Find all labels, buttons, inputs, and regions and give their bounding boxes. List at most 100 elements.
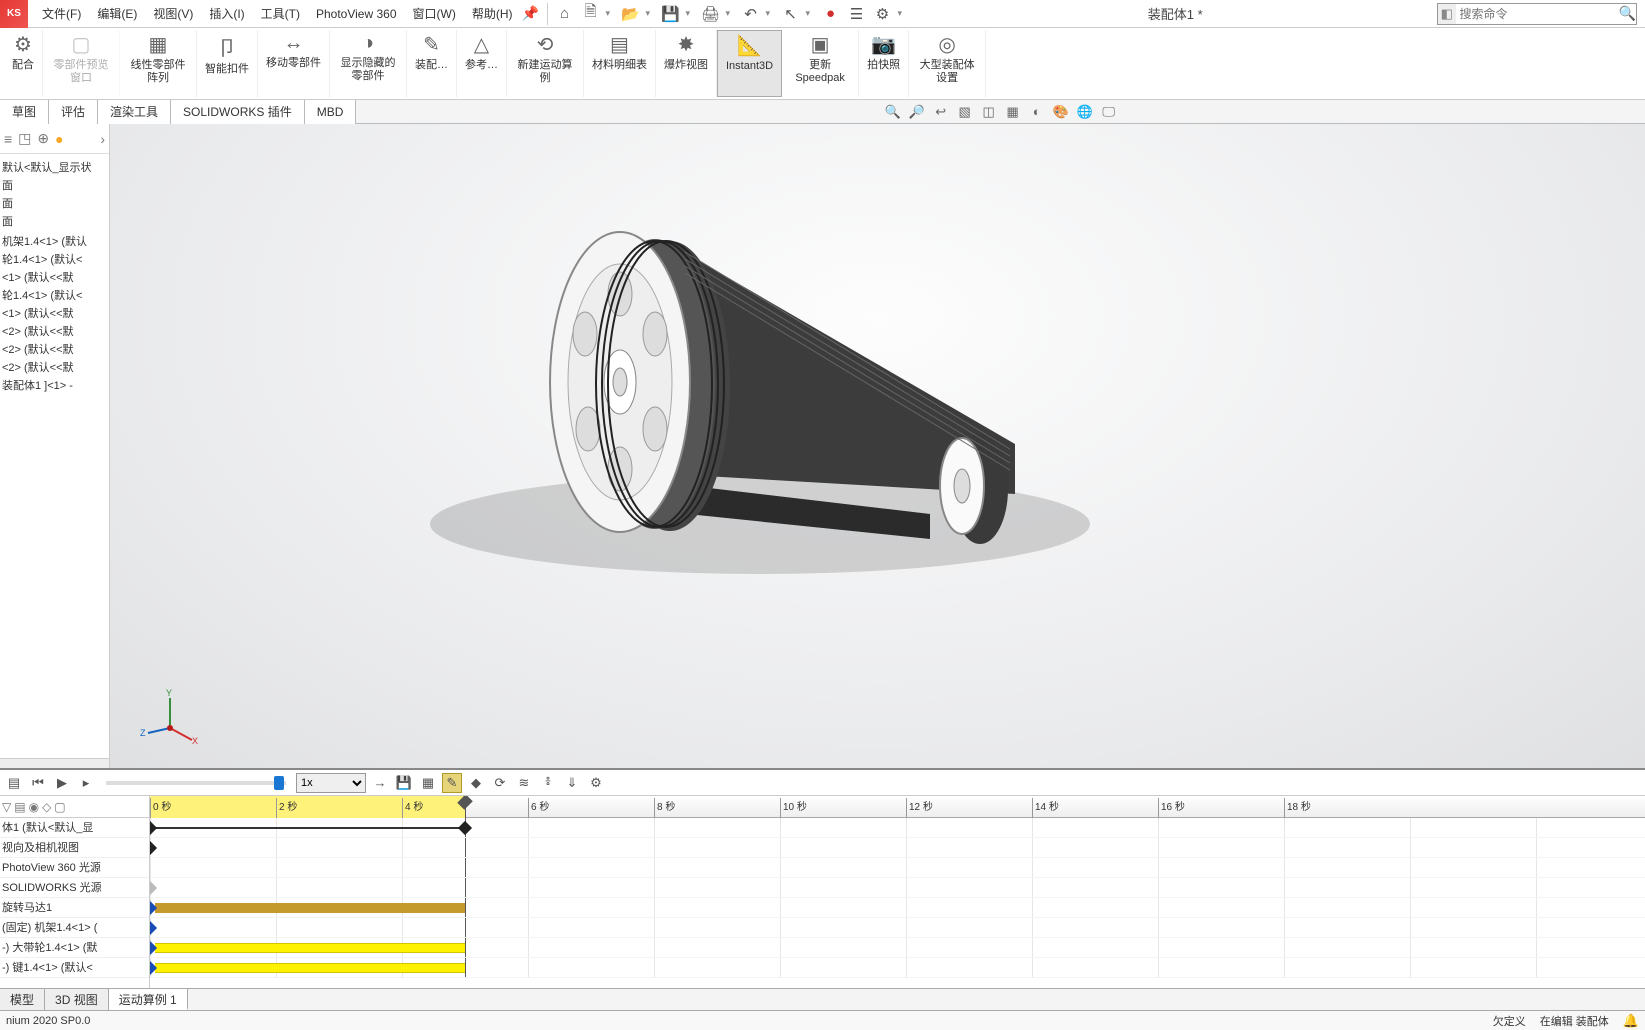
timeline-track-name[interactable]: 体1 (默认<默认_显 [0,818,149,838]
timeline-key[interactable] [150,841,157,855]
tree-tab-display-icon[interactable]: ⊕ [37,130,49,147]
anim-wizard-icon[interactable]: ▦ [418,773,438,793]
tab-sketch[interactable]: 草图 [0,100,49,124]
timeline-row[interactable] [150,858,1645,878]
feature-tree-item[interactable]: <2> (默认<<默 [2,322,107,340]
tab-model[interactable]: 模型 [0,989,45,1010]
gravity-icon[interactable]: ⇓ [562,773,582,793]
spring-icon[interactable]: ≋ [514,773,534,793]
feature-tree-item[interactable]: <2> (默认<<默 [2,340,107,358]
filter-animated-icon[interactable]: ▤ [14,800,25,814]
ribbon--button[interactable]: 📷拍快照 [859,30,909,97]
feature-tree-item[interactable]: 机架1.4<1> (默认 [2,232,107,250]
timeline-grid[interactable]: 0 秒2 秒4 秒6 秒8 秒10 秒12 秒14 秒16 秒18 秒 [150,796,1645,988]
contact-icon[interactable]: ៖ [538,773,558,793]
calc-icon[interactable]: ▤ [4,773,24,793]
menu-tools[interactable]: 工具(T) [253,0,308,28]
feature-tree-item[interactable]: <2> (默认<<默 [2,358,107,376]
scrub-thumb[interactable] [274,776,284,790]
feature-tree-item[interactable]: 轮1.4<1> (默认< [2,286,107,304]
tree-scrollbar[interactable] [0,758,109,768]
filter-results-icon[interactable]: ▢ [54,800,65,814]
ribbon--button[interactable]: ✎装配… [407,30,457,97]
undo-icon[interactable]: ↶ [740,3,762,25]
menu-photoview[interactable]: PhotoView 360 [308,0,405,28]
view-orient-icon[interactable]: ◫ [979,102,999,122]
timeline-key[interactable] [458,821,472,835]
ribbon--button[interactable]: ◑显示隐藏的零部件 [330,30,407,97]
ribbon--button[interactable]: ◎大型装配体设置 [909,30,986,97]
timeline-row[interactable] [150,838,1645,858]
timeline-row[interactable] [150,898,1645,918]
options-icon[interactable]: ☰ [846,3,868,25]
addkey-icon[interactable]: ◆ [466,773,486,793]
tree-tab-appear-icon[interactable]: ● [55,131,63,147]
zoom-fit-icon[interactable]: 🔍 [883,102,903,122]
play-fwd-icon[interactable]: ▸ [76,773,96,793]
play-icon[interactable]: ▶ [52,773,72,793]
zoom-area-icon[interactable]: 🔎 [907,102,927,122]
ribbon-instant3d-button[interactable]: 📐Instant3D [717,30,782,97]
filter-driving-icon[interactable]: ◉ [29,800,39,814]
tree-expand-icon[interactable]: › [100,131,105,147]
motor-icon[interactable]: ⟳ [490,773,510,793]
feature-tree-content[interactable]: 默认<默认_显示状 面面面机架1.4<1> (默认轮1.4<1> (默认<<1>… [0,154,109,758]
select-icon[interactable]: ↖ [780,3,802,25]
loop-icon[interactable]: → [370,773,390,793]
ribbon--button[interactable]: 卩智能扣件 [197,30,258,97]
playback-speed-select[interactable]: 1x [296,773,366,793]
scene-icon[interactable]: 🌐 [1075,102,1095,122]
feature-tree-item[interactable]: <1> (默认<<默 [2,304,107,322]
feature-tree-item[interactable]: 轮1.4<1> (默认< [2,250,107,268]
command-search[interactable]: ◧ 🔍 [1437,3,1637,25]
feature-tree-item[interactable]: 面 [2,212,107,230]
menu-edit[interactable]: 编辑(E) [89,0,145,28]
menu-insert[interactable]: 插入(I) [201,0,252,28]
timeline-track-name[interactable]: PhotoView 360 光源 [0,858,149,878]
timeline-row[interactable] [150,878,1645,898]
ribbon--button[interactable]: ▦线性零部件阵列 [120,30,197,97]
tree-tab-config-icon[interactable]: ◳ [18,130,31,147]
timeline-scrub[interactable] [106,781,286,785]
timeline-row[interactable] [150,818,1645,838]
timeline-track-name[interactable]: 旋转马达1 [0,898,149,918]
ribbon--button[interactable]: △参考… [457,30,507,97]
ribbon--button[interactable]: ↔移动零部件 [258,30,330,97]
tab-render[interactable]: 渲染工具 [98,100,171,124]
timeline-row[interactable] [150,918,1645,938]
feature-tree-item[interactable]: <1> (默认<<默 [2,268,107,286]
filter-icon[interactable]: ▽ [2,800,11,814]
graphics-viewport[interactable]: X Y Z [110,124,1645,768]
tab-motion-study-1[interactable]: 运动算例 1 [109,989,188,1010]
timeline-track-name[interactable]: -) 键1.4<1> (默认< [0,958,149,978]
search-icon[interactable]: 🔍 [1619,5,1637,22]
menu-window[interactable]: 窗口(W) [405,0,464,28]
menu-file[interactable]: 文件(F) [34,0,89,28]
autokey-icon[interactable]: ✎ [442,773,462,793]
timeline-ruler[interactable]: 0 秒2 秒4 秒6 秒8 秒10 秒12 秒14 秒16 秒18 秒 [150,796,1645,818]
filter-selected-icon[interactable]: ◇ [42,800,51,814]
ribbon-speedpak-button[interactable]: ▣更新Speedpak [782,30,859,97]
play-start-icon[interactable]: ⏮ [28,773,48,793]
menu-help[interactable]: 帮助(H) [464,0,521,28]
feature-tree-item[interactable]: 面 [2,194,107,212]
home-icon[interactable]: ⌂ [554,3,576,25]
display-style-icon[interactable]: ▦ [1003,102,1023,122]
ribbon--button[interactable]: ⟲新建运动算例 [507,30,584,97]
search-input[interactable] [1456,7,1619,21]
status-rebuild-icon[interactable]: 🔔 [1623,1013,1639,1029]
save-icon[interactable]: 💾 [660,3,682,25]
open-icon[interactable]: 📂 [620,3,642,25]
ribbon--button[interactable]: ▤材料明细表 [584,30,656,97]
appearance-icon[interactable]: 🎨 [1051,102,1071,122]
tab-mbd[interactable]: MBD [305,100,357,124]
timeline-track-name[interactable]: (固定) 机架1.4<1> ( [0,918,149,938]
timeline-track-name[interactable]: -) 大带轮1.4<1> (默 [0,938,149,958]
timeline-row[interactable] [150,938,1645,958]
tab-addins[interactable]: SOLIDWORKS 插件 [171,100,305,124]
hide-show-icon[interactable]: ◐ [1027,102,1047,122]
prev-view-icon[interactable]: ↩ [931,102,951,122]
menu-view[interactable]: 视图(V) [145,0,201,28]
timeline-track-name[interactable]: 视向及相机视图 [0,838,149,858]
rebuild-icon[interactable]: ● [820,3,842,25]
